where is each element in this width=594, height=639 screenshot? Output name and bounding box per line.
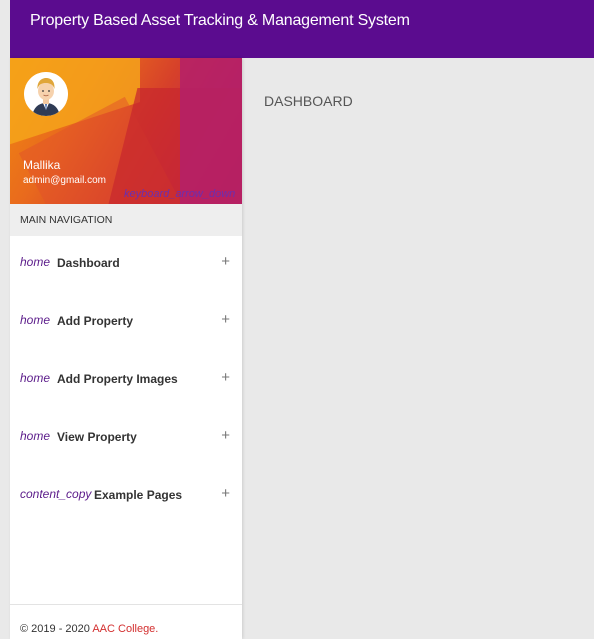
sidebar-item-label: Dashboard [57, 256, 120, 270]
expand-plus-icon[interactable]: + [221, 369, 230, 386]
home-icon: home [20, 255, 51, 269]
expand-plus-icon[interactable]: + [221, 311, 230, 328]
sidebar-item-example-pages[interactable]: content_copy Example Pages + [10, 468, 242, 526]
sidebar-item-add-property-images[interactable]: home Add Property Images + [10, 352, 242, 410]
sidebar-footer: © 2019 - 2020 AAC College. [10, 604, 242, 639]
banner-shape [180, 58, 242, 204]
page-title: DASHBOARD [264, 93, 353, 109]
expand-plus-icon[interactable]: + [221, 485, 230, 502]
home-icon: home [20, 429, 51, 443]
sidebar-item-label: Add Property [57, 314, 134, 328]
top-navbar: Property Based Asset Tracking & Manageme… [10, 0, 594, 58]
sidebar-item-view-property[interactable]: home View Property + [10, 410, 242, 468]
expand-plus-icon[interactable]: + [221, 253, 230, 270]
college-link[interactable]: AAC College. [92, 623, 158, 635]
user-name: Mallika [23, 158, 61, 172]
user-email: admin@gmail.com [23, 175, 106, 186]
content-copy-icon: content_copy [20, 487, 92, 501]
user-avatar-icon [24, 72, 68, 116]
sidebar-item-label: View Property [57, 430, 137, 444]
sidebar-item-add-property[interactable]: home Add Property + [10, 294, 242, 352]
sidebar-item-label: Example Pages [94, 488, 183, 502]
nav-section-header: MAIN NAVIGATION [10, 204, 242, 236]
copyright-years: © 2019 - 2020 [20, 623, 93, 635]
expand-plus-icon[interactable]: + [221, 427, 230, 444]
sidebar-item-label: Add Property Images [57, 372, 178, 386]
left-sidebar: Mallika admin@gmail.com keyboard_arrow_d… [10, 58, 242, 639]
sidebar-item-dashboard[interactable]: home Dashboard + [10, 236, 242, 294]
user-info-panel: Mallika admin@gmail.com keyboard_arrow_d… [10, 58, 242, 204]
copyright-text: © 2019 - 2020 AAC College. [20, 623, 158, 635]
avatar[interactable] [24, 72, 68, 116]
app-title[interactable]: Property Based Asset Tracking & Manageme… [30, 12, 410, 30]
home-icon: home [20, 371, 51, 385]
home-icon: home [20, 313, 51, 327]
keyboard-arrow-down-icon[interactable]: keyboard_arrow_down [124, 188, 235, 200]
